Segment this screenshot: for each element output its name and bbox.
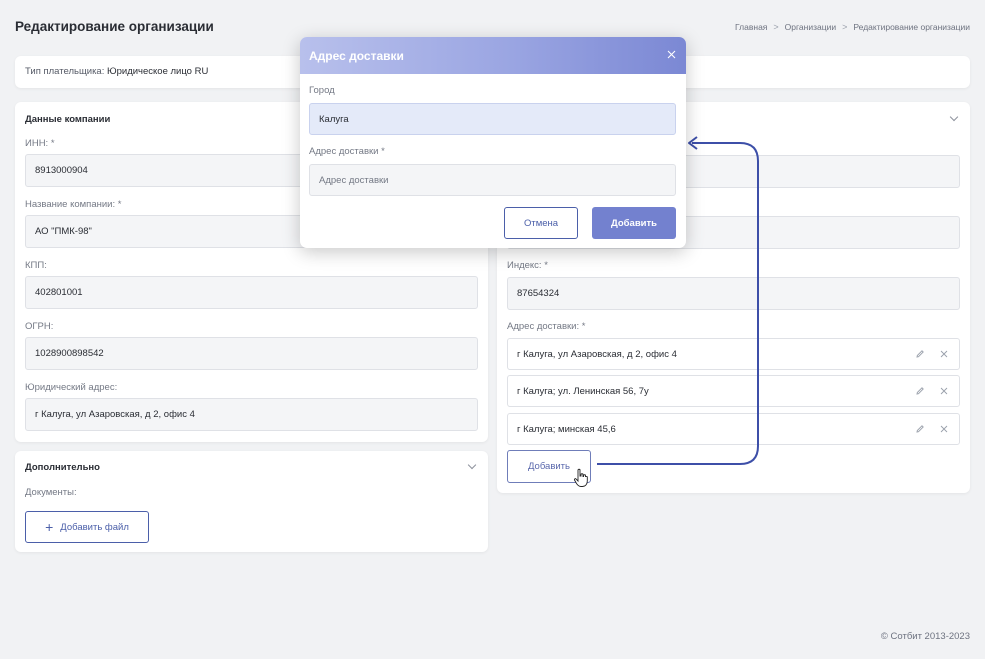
chevron-right-icon: > bbox=[773, 22, 779, 32]
company-name-label: Название компании: * bbox=[25, 199, 121, 210]
kpp-value: 402801001 bbox=[35, 287, 83, 298]
add-file-label: Добавить файл bbox=[60, 521, 129, 533]
legal-address-field[interactable]: г Калуга, ул Азаровская, д 2, офис 4 bbox=[25, 398, 478, 431]
index-label-text: Индекс: bbox=[507, 260, 542, 271]
company-data-title: Данные компании bbox=[25, 114, 111, 125]
legal-address-label: Юридический адрес: bbox=[25, 382, 118, 393]
close-icon[interactable] bbox=[666, 49, 677, 60]
pencil-icon[interactable] bbox=[915, 349, 925, 359]
company-name-label-text: Название компании: bbox=[25, 199, 116, 210]
modal-address-input[interactable]: Адрес доставки bbox=[309, 164, 676, 196]
close-icon[interactable] bbox=[939, 424, 949, 434]
required-mark: * bbox=[544, 260, 548, 271]
kpp-field[interactable]: 402801001 bbox=[25, 276, 478, 309]
payer-type: Тип плательщика: Юридическое лицо RU bbox=[25, 66, 208, 77]
legal-address-value: г Калуга, ул Азаровская, д 2, офис 4 bbox=[35, 409, 195, 420]
delivery-address-label: Адрес доставки: * bbox=[507, 321, 585, 332]
delivery-address-label-text: Адрес доставки: bbox=[507, 321, 580, 332]
address-actions bbox=[915, 386, 949, 396]
breadcrumb: Главная > Организации > Редактирование о… bbox=[735, 22, 970, 32]
ogrn-field[interactable]: 1028900898542 bbox=[25, 337, 478, 370]
address-row: г Калуга; минская 45,6 bbox=[507, 413, 960, 445]
ogrn-label: ОГРН: bbox=[25, 321, 54, 332]
hand-cursor-icon bbox=[573, 468, 588, 487]
breadcrumb-home[interactable]: Главная bbox=[735, 22, 767, 32]
cancel-label: Отмена bbox=[523, 217, 559, 229]
delivery-address-modal: Адрес доставки Город Калуга Адрес достав… bbox=[300, 37, 686, 248]
documents-label: Документы: bbox=[25, 487, 77, 498]
submit-label: Добавить bbox=[610, 217, 657, 229]
address-row: г Калуга, ул Азаровская, д 2, офис 4 bbox=[507, 338, 960, 370]
modal-address-label-text: Адрес доставки bbox=[309, 146, 379, 157]
inn-value: 8913000904 bbox=[35, 165, 88, 176]
cancel-button[interactable]: Отмена bbox=[504, 207, 578, 239]
page-title: Редактирование организации bbox=[15, 19, 214, 34]
address-row: г Калуга; ул. Ленинская 56, 7у bbox=[507, 375, 960, 407]
add-file-button[interactable]: + Добавить файл bbox=[25, 511, 149, 543]
index-value: 87654324 bbox=[517, 288, 560, 299]
index-field[interactable]: 87654324 bbox=[507, 277, 960, 310]
chevron-down-icon[interactable] bbox=[467, 460, 477, 470]
address-actions bbox=[915, 349, 949, 359]
chevron-down-icon[interactable] bbox=[949, 112, 959, 122]
close-icon[interactable] bbox=[939, 349, 949, 359]
modal-title: Адрес доставки bbox=[309, 49, 404, 63]
additional-title: Дополнительно bbox=[25, 462, 100, 473]
required-mark: * bbox=[50, 138, 55, 149]
breadcrumb-current: Редактирование организации bbox=[853, 22, 970, 32]
top-bar: Редактирование организации Главная > Орг… bbox=[15, 16, 970, 38]
city-field[interactable]: Калуга bbox=[309, 103, 676, 135]
kpp-label: КПП: bbox=[25, 260, 47, 271]
address-actions bbox=[915, 424, 949, 434]
close-icon[interactable] bbox=[939, 386, 949, 396]
modal-address-placeholder: Адрес доставки bbox=[319, 174, 389, 186]
submit-button[interactable]: Добавить bbox=[592, 207, 676, 239]
city-label: Город bbox=[309, 85, 335, 96]
address-text: г Калуга; минская 45,6 bbox=[517, 423, 616, 435]
company-name-value: АО "ПМК-98" bbox=[35, 226, 92, 237]
breadcrumb-organizations[interactable]: Организации bbox=[785, 22, 836, 32]
modal-address-label: Адрес доставки * bbox=[309, 146, 385, 157]
address-text: г Калуга, ул Азаровская, д 2, офис 4 bbox=[517, 348, 677, 360]
city-value: Калуга bbox=[319, 113, 349, 125]
payer-type-value: Юридическое лицо RU bbox=[107, 66, 209, 77]
footer-copyright: © Сотбит 2013-2023 bbox=[880, 631, 970, 642]
required-mark: * bbox=[117, 199, 122, 210]
inn-label: ИНН: * bbox=[25, 138, 55, 149]
modal-header: Адрес доставки bbox=[300, 37, 686, 74]
payer-type-label: Тип плательщика: bbox=[25, 66, 105, 77]
chevron-right-icon: > bbox=[842, 22, 848, 32]
pencil-icon[interactable] bbox=[915, 424, 925, 434]
plus-icon: + bbox=[45, 519, 54, 535]
inn-label-text: ИНН: bbox=[25, 138, 49, 149]
pencil-icon[interactable] bbox=[915, 386, 925, 396]
additional-card: Дополнительно Документы: + Добавить файл bbox=[15, 451, 488, 552]
required-mark: * bbox=[381, 146, 385, 157]
address-text: г Калуга; ул. Ленинская 56, 7у bbox=[517, 385, 649, 397]
ogrn-value: 1028900898542 bbox=[35, 348, 104, 359]
add-address-label: Добавить bbox=[528, 461, 570, 472]
required-mark: * bbox=[581, 321, 586, 332]
index-label: Индекс: * bbox=[507, 260, 548, 271]
